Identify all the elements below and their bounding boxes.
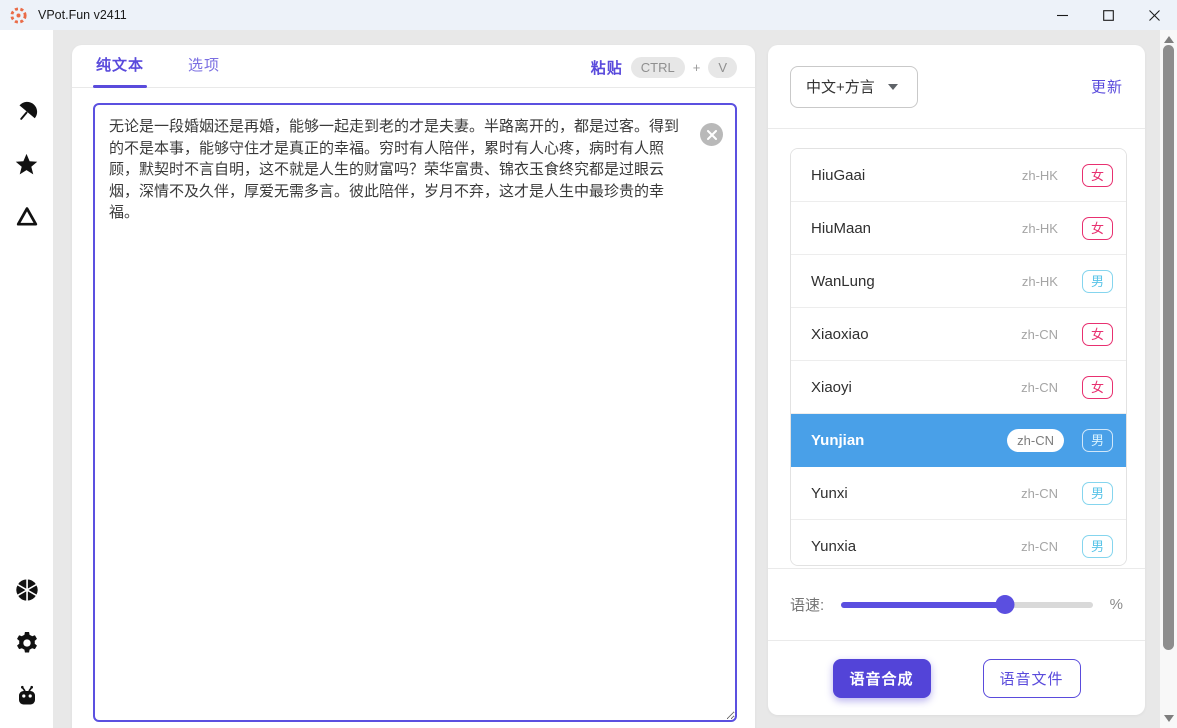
voice-locale: zh-HK: [1022, 274, 1058, 289]
triangle-icon[interactable]: [13, 203, 41, 231]
language-dropdown[interactable]: 中文+方言: [790, 66, 918, 108]
voice-row-hiumaan[interactable]: HiuMaanzh-HK 女: [791, 202, 1126, 255]
speech-rate-label: 语速:: [790, 594, 824, 615]
close-button[interactable]: [1131, 0, 1177, 30]
titlebar: VPot.Fun v2411: [0, 0, 1177, 30]
chevron-down-icon: [888, 84, 898, 90]
window-controls: [1039, 0, 1177, 30]
plus-sign: +: [693, 60, 701, 75]
voice-name: WanLung: [811, 273, 1022, 290]
voice-name: HiuGaai: [811, 167, 1022, 184]
text-input[interactable]: 无论是一段婚姻还是再婚，能够一起走到老的才是夫妻。半路离开的，都是过客。得到的不…: [93, 103, 737, 722]
voice-gender-badge: 男: [1082, 535, 1113, 558]
voice-gender-badge: 女: [1082, 217, 1113, 240]
voice-gender-badge: 男: [1082, 270, 1113, 293]
tab-options[interactable]: 选项: [185, 43, 223, 87]
voice-locale: zh-HK: [1022, 168, 1058, 183]
clear-text-button[interactable]: [700, 123, 723, 146]
editor-card: 纯文本 选项 粘贴 CTRL + V 无论是一段婚姻还是再婚，能够一起走到老的才…: [72, 45, 755, 728]
speech-rate-slider[interactable]: [841, 595, 1092, 614]
refresh-voices-button[interactable]: 更新: [1091, 76, 1123, 97]
voice-row-xiaoxiao[interactable]: Xiaoxiaozh-CN 女: [791, 308, 1126, 361]
voice-panel-header: 中文+方言 更新: [768, 45, 1145, 129]
shutter-icon[interactable]: [13, 576, 41, 604]
voice-locale: zh-CN: [1021, 380, 1058, 395]
gear-icon[interactable]: [13, 629, 41, 657]
minimize-button[interactable]: [1039, 0, 1085, 30]
voice-locale: zh-CN: [1021, 539, 1058, 554]
action-buttons-row: 语音合成 语音文件: [768, 640, 1145, 715]
app-title: VPot.Fun v2411: [38, 8, 127, 22]
voice-panel: 中文+方言 更新 HiuGaaizh-HK女HiuMaanzh-HK女WanLu…: [768, 45, 1145, 715]
paste-hint: 粘贴 CTRL + V: [591, 57, 737, 87]
voice-row-yunxia[interactable]: Yunxiazh-CN 男: [791, 520, 1126, 566]
voice-gender-badge: 男: [1082, 482, 1113, 505]
scrollbar-up-arrow-icon[interactable]: [1164, 36, 1174, 43]
voice-gender-badge: 女: [1082, 323, 1113, 346]
voice-row-hiugaai[interactable]: HiuGaaizh-HK 女: [791, 149, 1126, 202]
umbrella-icon[interactable]: [13, 98, 41, 126]
left-icon-rail: [0, 30, 53, 728]
voice-name: Yunxi: [811, 485, 1021, 502]
scrollbar-thumb[interactable]: [1163, 45, 1174, 650]
voice-name: HiuMaan: [811, 220, 1022, 237]
ctrl-key-pill: CTRL: [631, 57, 685, 78]
voice-locale: zh-CN: [1021, 486, 1058, 501]
rate-slider-thumb[interactable]: [995, 595, 1014, 614]
voice-row-xiaoyi[interactable]: Xiaoyizh-CN 女: [791, 361, 1126, 414]
editor-tabbar: 纯文本 选项 粘贴 CTRL + V: [72, 45, 755, 88]
voice-gender-badge: 女: [1082, 376, 1113, 399]
speech-rate-unit: %: [1110, 596, 1123, 613]
app-logo-icon: [9, 6, 28, 25]
synthesize-button[interactable]: 语音合成: [833, 659, 931, 698]
voice-gender-badge: 女: [1082, 164, 1113, 187]
voice-row-wanlung[interactable]: WanLungzh-HK 男: [791, 255, 1126, 308]
voice-file-button[interactable]: 语音文件: [983, 659, 1081, 698]
voice-name: Xiaoyi: [811, 379, 1021, 396]
voice-row-yunjian[interactable]: Yunjianzh-CN 男: [791, 414, 1126, 467]
voice-name: Xiaoxiao: [811, 326, 1021, 343]
scrollbar-down-arrow-icon[interactable]: [1164, 715, 1174, 722]
star-icon[interactable]: [13, 150, 41, 178]
voice-locale: zh-HK: [1022, 221, 1058, 236]
voice-list: HiuGaaizh-HK女HiuMaanzh-HK女WanLungzh-HK男X…: [790, 148, 1127, 566]
rate-slider-fill: [841, 602, 1004, 608]
paste-button[interactable]: 粘贴: [591, 57, 623, 78]
voice-name: Yunxia: [811, 538, 1021, 555]
speech-rate-row: 语速: %: [768, 568, 1145, 640]
language-dropdown-value: 中文+方言: [806, 76, 875, 97]
voice-locale: zh-CN: [1007, 429, 1064, 452]
maximize-button[interactable]: [1085, 0, 1131, 30]
app-window: VPot.Fun v2411: [0, 0, 1177, 728]
voice-locale: zh-CN: [1021, 327, 1058, 342]
vertical-scrollbar: [1160, 30, 1177, 728]
robot-icon[interactable]: [13, 682, 41, 710]
tab-plain-text[interactable]: 纯文本: [93, 43, 147, 87]
voice-name: Yunjian: [811, 432, 1007, 449]
v-key-pill: V: [708, 57, 737, 78]
voice-gender-badge: 男: [1082, 429, 1113, 452]
editor-body: 无论是一段婚姻还是再婚，能够一起走到老的才是夫妻。半路离开的，都是过客。得到的不…: [93, 103, 737, 722]
voice-row-yunxi[interactable]: Yunxizh-CN 男: [791, 467, 1126, 520]
